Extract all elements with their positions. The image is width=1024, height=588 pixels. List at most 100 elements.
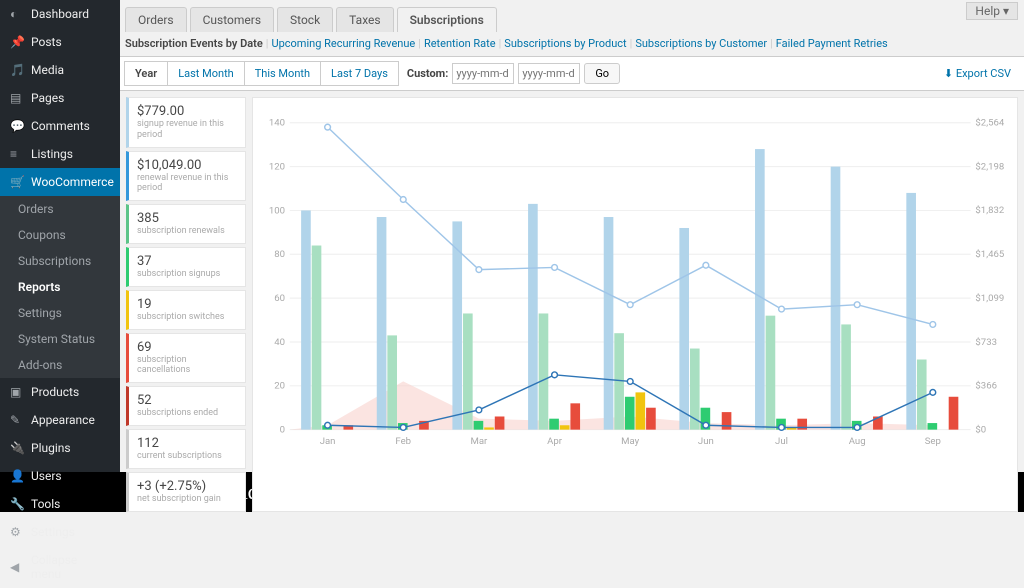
- stat-label: subscription renewals: [137, 226, 237, 237]
- report-current: Subscription Events by Date: [125, 37, 263, 50]
- sidebar-item-label: Tools: [31, 497, 60, 511]
- sidebar-item-label: Collapse menu: [31, 553, 110, 581]
- report-link[interactable]: Subscriptions by Product: [504, 37, 626, 50]
- collapse-icon: ◀: [10, 560, 24, 574]
- tab-customers[interactable]: Customers: [190, 7, 274, 32]
- stat-value: 52: [137, 393, 237, 408]
- tab-stock[interactable]: Stock: [277, 7, 333, 32]
- stat-value: 19: [137, 297, 237, 312]
- sidebar-sub-coupons[interactable]: Coupons: [0, 222, 120, 248]
- stat-label: subscriptions ended: [137, 408, 237, 419]
- stat-card[interactable]: 69subscription cancellations: [126, 333, 246, 384]
- tab-orders[interactable]: Orders: [125, 7, 187, 32]
- report-subnav: Subscription Events by Date|Upcoming Rec…: [120, 32, 1024, 56]
- sidebar-item-media[interactable]: 🎵Media: [0, 56, 120, 84]
- sidebar-item-appearance[interactable]: ✎ Appearance: [0, 406, 120, 434]
- sidebar-item-products[interactable]: ▣Products: [0, 378, 120, 406]
- sidebar-item-label: Media: [31, 63, 64, 77]
- sidebar-item-settings[interactable]: ⚙Settings: [0, 518, 120, 546]
- sidebar-sub-reports[interactable]: Reports: [0, 274, 120, 300]
- sidebar-item-label: Appearance: [31, 413, 95, 427]
- sidebar-item-posts[interactable]: 📌 Posts: [0, 28, 120, 56]
- sidebar-item-woocommerce[interactable]: 🛒WooCommerce▸: [0, 168, 120, 196]
- stat-card[interactable]: $10,049.00renewal revenue in this period: [126, 151, 246, 202]
- tab-taxes[interactable]: Taxes: [336, 7, 393, 32]
- stat-card[interactable]: +3 (+2.75%)net subscription gain: [126, 472, 246, 512]
- svg-text:20: 20: [274, 381, 285, 392]
- date-to-input[interactable]: [518, 63, 580, 84]
- report-link[interactable]: Retention Rate: [424, 37, 496, 50]
- svg-text:$366: $366: [975, 381, 997, 392]
- svg-text:$0: $0: [975, 425, 986, 436]
- sidebar-item-label: Settings: [31, 525, 75, 539]
- range-year[interactable]: Year: [124, 61, 168, 86]
- help-tab[interactable]: Help ▾: [966, 2, 1018, 20]
- plug-icon: 🔌: [10, 441, 24, 455]
- stat-label: subscription switches: [137, 312, 237, 323]
- stat-label: renewal revenue in this period: [137, 173, 237, 195]
- stat-label: signup revenue in this period: [137, 119, 237, 141]
- stat-label: current subscriptions: [137, 451, 237, 462]
- svg-text:120: 120: [269, 161, 285, 172]
- range-last-month[interactable]: Last Month: [167, 61, 245, 86]
- report-link[interactable]: Failed Payment Retries: [776, 37, 888, 50]
- sidebar-item-label: Plugins: [31, 441, 71, 455]
- go-button[interactable]: Go: [584, 63, 620, 84]
- svg-text:Jul: Jul: [775, 436, 788, 447]
- cart-icon: 🛒: [10, 175, 24, 189]
- stat-card[interactable]: 19subscription switches: [126, 290, 246, 330]
- sidebar-item-plugins[interactable]: 🔌 Plugins: [0, 434, 120, 462]
- stat-card[interactable]: 52subscriptions ended: [126, 386, 246, 426]
- list-icon: ≡: [10, 147, 24, 161]
- sidebar-item-tools[interactable]: 🔧Tools: [0, 490, 120, 518]
- svg-text:Mar: Mar: [470, 436, 488, 447]
- export-csv-link[interactable]: ⬇ Export CSV: [944, 67, 1019, 80]
- stat-card[interactable]: 385subscription renewals: [126, 204, 246, 244]
- stat-label: subscription signups: [137, 269, 237, 280]
- report-link[interactable]: Subscriptions by Customer: [635, 37, 767, 50]
- sidebar-item-label: Pages: [31, 91, 64, 105]
- svg-text:60: 60: [274, 293, 285, 304]
- range-this-month[interactable]: This Month: [244, 61, 321, 86]
- sidebar-item-users[interactable]: 👤 Users: [0, 462, 120, 490]
- sidebar-item-pages[interactable]: ▤ Pages: [0, 84, 120, 112]
- sidebar-sub-settings[interactable]: Settings: [0, 300, 120, 326]
- tab-subscriptions[interactable]: Subscriptions: [397, 7, 497, 32]
- svg-text:Jun: Jun: [698, 436, 714, 447]
- sidebar-sub-add-ons[interactable]: Add-ons: [0, 352, 120, 378]
- range-last-7-days[interactable]: Last 7 Days: [320, 61, 399, 86]
- brush-icon: ✎: [10, 413, 24, 427]
- sidebar-item-label: Listings: [31, 147, 73, 161]
- sidebar-item-label: Users: [31, 469, 62, 483]
- pin-icon: 📌: [10, 35, 24, 49]
- sidebar-item-collapse-menu[interactable]: ◀ Collapse menu: [0, 546, 120, 588]
- sidebar-sub-orders[interactable]: Orders: [0, 196, 120, 222]
- stats-column: $779.00signup revenue in this period$10,…: [126, 97, 246, 512]
- user-icon: 👤: [10, 469, 24, 483]
- sidebar-item-comments[interactable]: 💬Comments: [0, 112, 120, 140]
- sidebar-sub-system-status[interactable]: System Status: [0, 326, 120, 352]
- sidebar-item-label: Posts: [31, 35, 62, 49]
- stat-value: 37: [137, 254, 237, 269]
- report-link[interactable]: Upcoming Recurring Revenue: [271, 37, 415, 50]
- stat-label: subscription cancellations: [137, 355, 237, 377]
- svg-text:Sep: Sep: [925, 436, 941, 447]
- stat-value: 112: [137, 436, 237, 451]
- main-content: Help ▾ OrdersCustomersStockTaxesSubscrip…: [120, 0, 1024, 472]
- sidebar-item-label: WooCommerce: [31, 175, 114, 189]
- sidebar-item-listings[interactable]: ≡ Listings: [0, 140, 120, 168]
- sidebar-sub-subscriptions[interactable]: Subscriptions: [0, 248, 120, 274]
- admin-sidebar: ◐Dashboard 📌 Posts 🎵Media ▤ Pages 💬Comments ≡ Li…: [0, 0, 120, 472]
- stat-label: net subscription gain: [137, 494, 237, 505]
- stat-value: 385: [137, 211, 237, 226]
- page-icon: ▤: [10, 91, 24, 105]
- stat-card[interactable]: 37subscription signups: [126, 247, 246, 287]
- stat-card[interactable]: 112current subscriptions: [126, 429, 246, 469]
- svg-text:$1,832: $1,832: [975, 205, 1004, 216]
- sidebar-item-label: Products: [31, 385, 79, 399]
- svg-text:May: May: [621, 436, 640, 447]
- date-from-input[interactable]: [452, 63, 514, 84]
- stat-card[interactable]: $779.00signup revenue in this period: [126, 97, 246, 148]
- svg-text:Jan: Jan: [320, 436, 336, 447]
- sidebar-item-dashboard[interactable]: ◐Dashboard: [0, 0, 120, 28]
